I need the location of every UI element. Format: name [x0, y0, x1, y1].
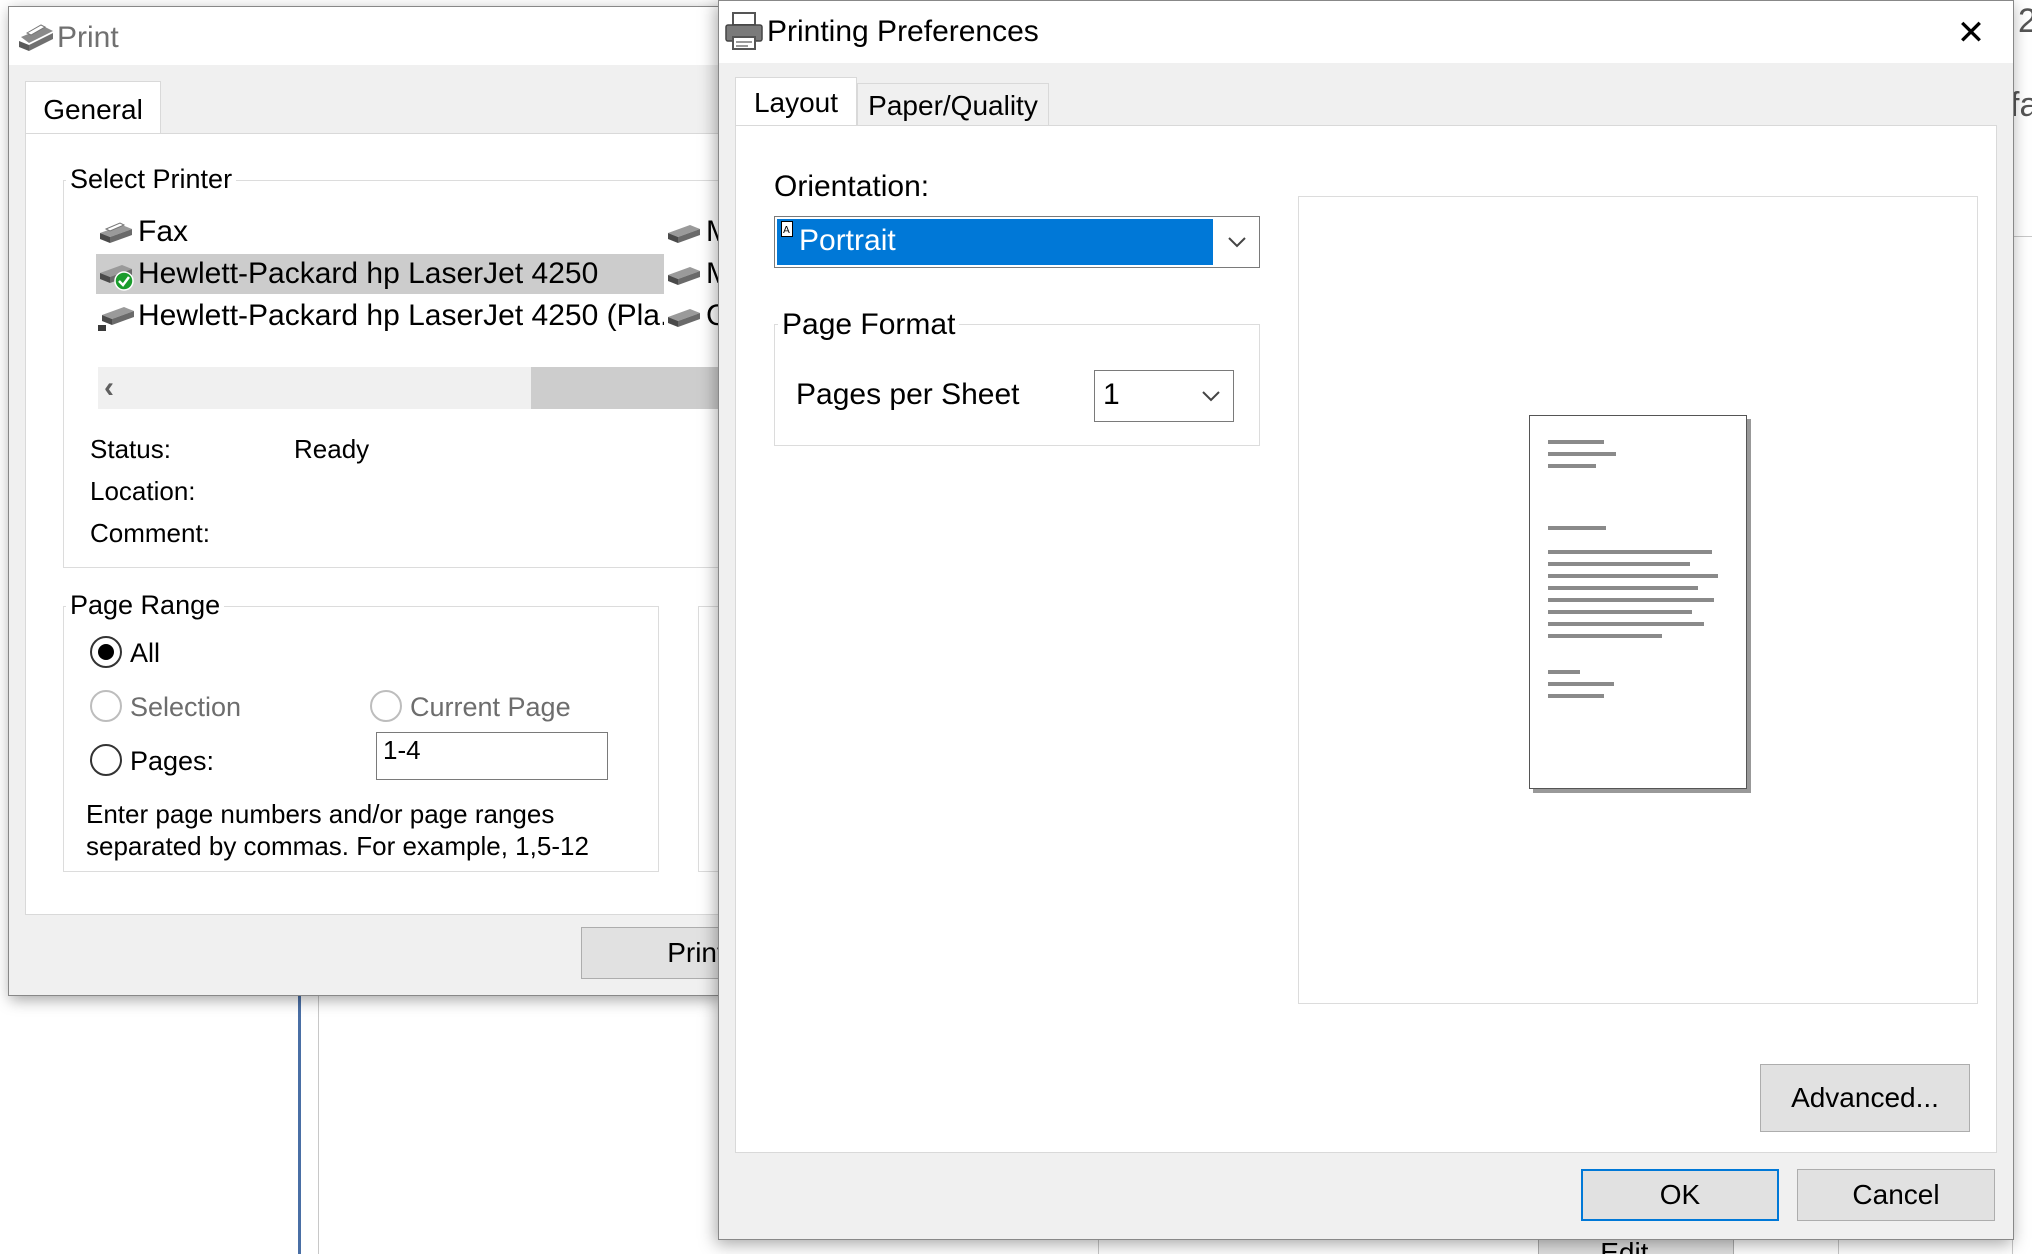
preview-text-line [1548, 598, 1714, 602]
tab-paper-quality[interactable]: Paper/Quality [857, 83, 1049, 127]
tab-layout[interactable]: Layout [735, 77, 857, 129]
preview-text-line [1548, 562, 1690, 566]
printer-item-hp-laserjet-4250-pla[interactable]: Hewlett-Packard hp LaserJet 4250 (Pla... [96, 296, 664, 336]
preview-text-line [1548, 694, 1604, 698]
print-button-label: Print [667, 937, 720, 968]
cancel-button-label: Cancel [1852, 1179, 1940, 1210]
background-divider [2014, 236, 2032, 237]
pages-label: Pages: [130, 746, 215, 776]
preview-text-line [1548, 622, 1704, 626]
comment-label: Comment: [90, 518, 210, 548]
preview-text-line [1548, 526, 1606, 530]
printer-item-col2[interactable]: M [664, 212, 719, 252]
pages-per-sheet-value: 1 [1103, 378, 1120, 411]
all-radio[interactable] [90, 636, 122, 668]
tab-layout-label: Layout [753, 87, 839, 118]
svg-text:A: A [783, 225, 790, 236]
current-page-radio[interactable] [370, 690, 402, 722]
cancel-button[interactable]: Cancel [1797, 1169, 1995, 1221]
pages-per-sheet-select[interactable]: 1 [1094, 370, 1234, 422]
portrait-icon: A [781, 221, 793, 237]
ok-button-label: OK [1659, 1179, 1701, 1210]
print-button[interactable]: Print [581, 927, 720, 979]
printer-name: Hewlett-Packard hp LaserJet 4250 [138, 257, 599, 290]
orientation-value-label: Portrait [799, 224, 896, 257]
ok-button[interactable]: OK [1581, 1169, 1779, 1221]
prefs-dialog-title: Printing Preferences [767, 15, 1039, 48]
background-text: 2 [2018, 2, 2032, 40]
chevron-down-icon[interactable] [1189, 371, 1233, 421]
pages-radio[interactable] [90, 744, 122, 776]
print-title-bar: Print [9, 7, 719, 65]
printer-icon [100, 222, 132, 244]
printer-item-col2[interactable]: M [664, 254, 719, 294]
close-icon[interactable]: ✕ [1951, 13, 1991, 53]
advanced-button-label: Advanced... [1791, 1082, 1939, 1113]
print-dialog-title: Print [57, 21, 119, 54]
current-page-label: Current Page [410, 692, 571, 722]
advanced-button[interactable]: Advanced... [1760, 1064, 1970, 1132]
preview-text-line [1548, 574, 1718, 578]
network-printer-icon [98, 307, 134, 332]
printer-icon [668, 309, 700, 328]
location-label: Location: [90, 476, 196, 506]
scrollbar-thumb[interactable] [531, 367, 719, 409]
preview-page [1529, 415, 1747, 789]
printer-item-hp-laserjet-4250[interactable]: Hewlett-Packard hp LaserJet 4250 [96, 254, 664, 294]
printer-item-col2[interactable]: C [664, 296, 719, 336]
general-panel: Select Printer Fax Hewlett-Packard hp La… [25, 133, 719, 915]
background-divider [318, 996, 319, 1254]
chevron-down-icon[interactable] [1215, 217, 1259, 267]
printer-icon [725, 12, 763, 50]
preview-text-line [1548, 670, 1580, 674]
orientation-selected-value: A Portrait [777, 219, 1213, 265]
tab-paper-quality-label: Paper/Quality [868, 90, 1038, 121]
page-format-legend: Page Format [778, 308, 960, 342]
selection-label: Selection [130, 692, 242, 722]
print-dialog: Print General Select Printer Fax Hewlett… [8, 6, 720, 996]
pages-input[interactable]: 1-4 [376, 732, 608, 780]
orientation-label: Orientation: [774, 170, 930, 203]
printer-icon [19, 24, 53, 51]
tab-general[interactable]: General [25, 81, 161, 137]
background-divider [1838, 1238, 1839, 1254]
printer-icon [668, 267, 700, 286]
status-value: Ready [294, 434, 370, 464]
page-range-hint: separated by commas. For example, 1,5-12 [86, 831, 589, 861]
tab-general-label: General [43, 94, 143, 125]
background-window-edge [298, 996, 301, 1254]
background-divider [1098, 1238, 1099, 1254]
copies-group-edge [698, 606, 719, 872]
preview-text-line [1548, 682, 1614, 686]
printing-preferences-dialog: Printing Preferences ✕ Layout Paper/Qual… [718, 0, 2014, 1240]
printer-icon [668, 225, 700, 244]
printer-list-scrollbar[interactable]: ‹ [98, 367, 719, 409]
preview-text-line [1548, 550, 1712, 554]
layout-panel: Orientation: A Portrait Page Format Page… [735, 125, 1997, 1153]
orientation-select[interactable]: A Portrait [774, 216, 1260, 268]
chevron-left-icon[interactable]: ‹ [104, 371, 114, 405]
default-printer-icon [100, 265, 134, 291]
selection-radio[interactable] [90, 690, 122, 722]
pages-per-sheet-label: Pages per Sheet [796, 378, 1020, 411]
page-range-hint: Enter page numbers and/or page ranges [86, 799, 555, 829]
layout-preview [1298, 196, 1978, 1004]
preview-text-line [1548, 464, 1596, 468]
all-label: All [130, 638, 161, 668]
preview-text-line [1548, 452, 1616, 456]
printer-item-fax[interactable]: Fax [96, 212, 576, 252]
status-label: Status: [90, 434, 171, 464]
printer-name: Fax [138, 215, 189, 248]
printer-name: Hewlett-Packard hp LaserJet 4250 (Pla... [138, 299, 664, 332]
prefs-title-bar: Printing Preferences ✕ [719, 1, 2013, 63]
preview-text-line [1548, 440, 1604, 444]
preview-text-line [1548, 586, 1698, 590]
page-range-legend: Page Range [66, 590, 225, 621]
preview-text-line [1548, 634, 1662, 638]
select-printer-legend: Select Printer [66, 164, 237, 195]
preview-text-line [1548, 610, 1692, 614]
